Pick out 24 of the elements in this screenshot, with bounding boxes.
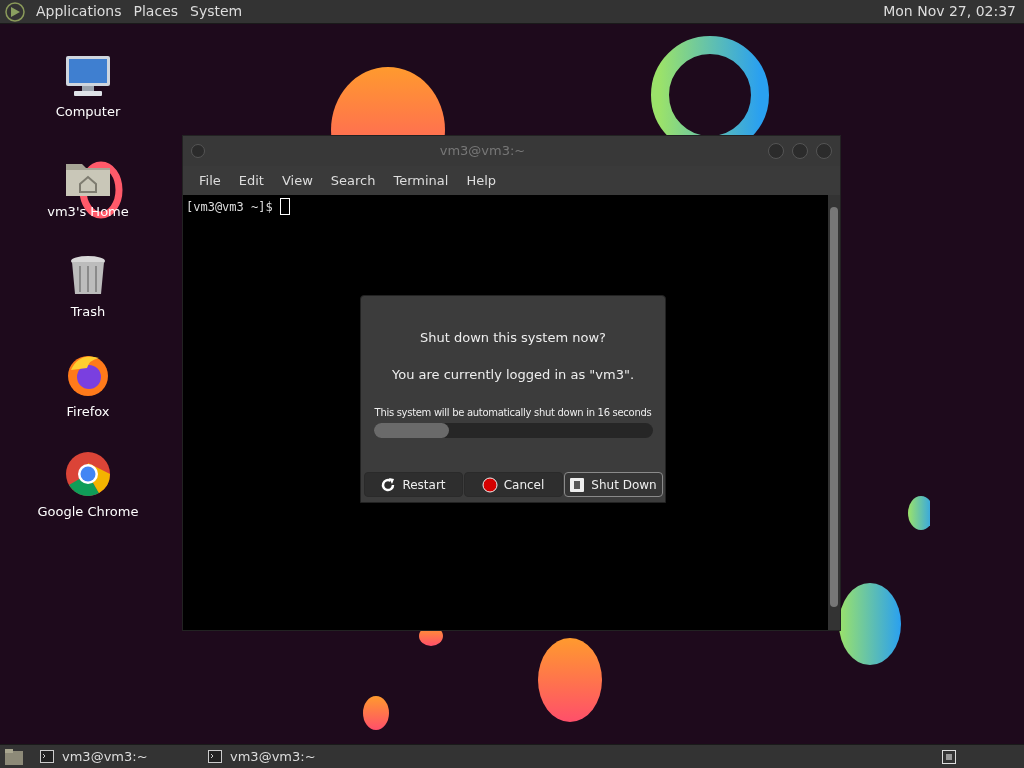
menu-item[interactable]: Help (458, 170, 505, 191)
menu-item[interactable]: View (273, 170, 321, 191)
dialog-button[interactable]: Shut Down (563, 472, 663, 497)
taskbar-button[interactable]: vm3@vm3:~ (36, 746, 192, 767)
menu-item[interactable]: Search (322, 170, 384, 191)
dialog-info: You are currently logged in as "vm3". (391, 365, 635, 384)
dialog-button[interactable]: Cancel (463, 472, 563, 497)
desktop-icon-label[interactable]: Google Chrome (37, 502, 139, 522)
desktop-icon-label[interactable]: Computer (55, 102, 121, 122)
clock[interactable]: Mon Nov 27, 02:37 (883, 1, 1020, 22)
countdown-text: This system will be automatically shut down in 16 seconds (374, 406, 652, 420)
panel-menu[interactable]: Places (131, 1, 181, 22)
menu-item[interactable]: Terminal (385, 170, 457, 191)
desktop-icon-label[interactable]: Trash (70, 302, 106, 322)
taskbar-button[interactable]: vm3@vm3:~ (204, 746, 360, 767)
shell-prompt: [vm3@vm3 ~]$ (186, 199, 273, 216)
window-title: vm3@vm3:~ (438, 142, 527, 161)
menu-item[interactable]: File (191, 170, 229, 191)
dialog-button[interactable]: Restart (363, 472, 463, 497)
dialog-question: Shut down this system now? (420, 329, 606, 347)
panel-menu[interactable]: Applications (34, 1, 124, 22)
panel-menu[interactable]: System (188, 1, 245, 22)
desktop-icon-label[interactable]: Firefox (66, 402, 110, 422)
menu-item[interactable]: Edit (230, 170, 272, 191)
